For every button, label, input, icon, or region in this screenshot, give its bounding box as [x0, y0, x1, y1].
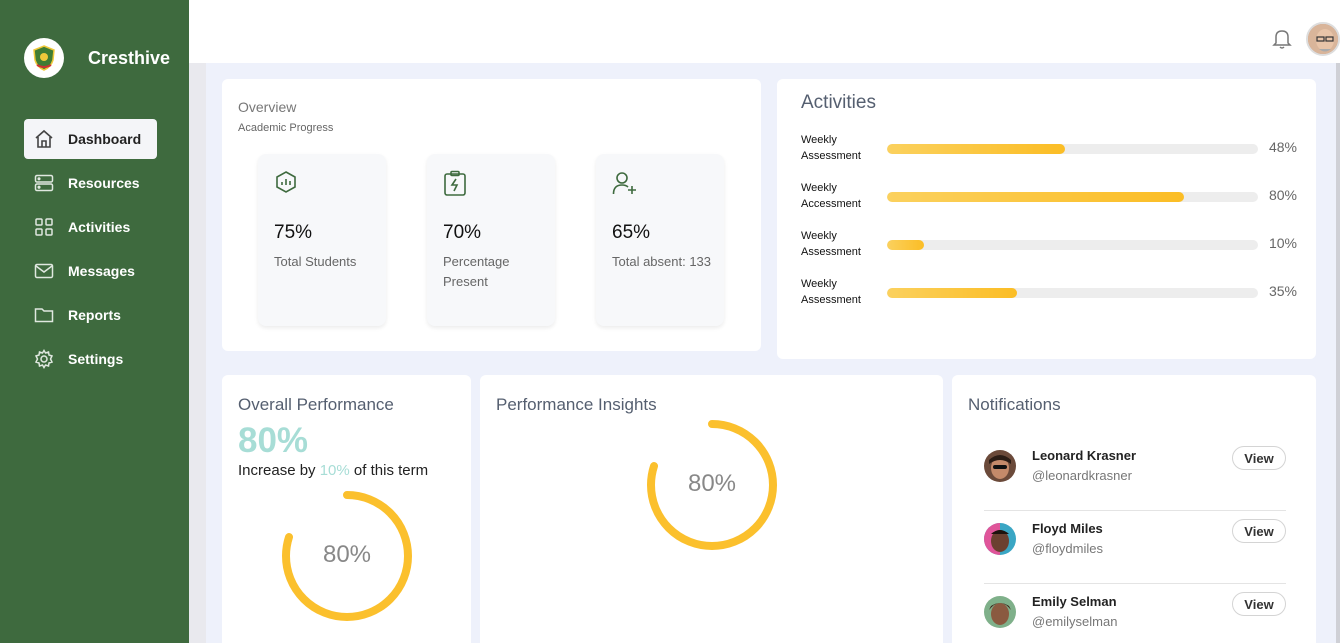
notification-handle: @floydmiles — [1032, 541, 1103, 556]
sidebar-item-reports[interactable]: Reports — [24, 295, 157, 335]
notification-item: Emily Selman @emilyselman View — [984, 584, 1286, 643]
notification-handle: @emilyselman — [1032, 614, 1118, 629]
activity-row: Weekly Assessment 10% — [801, 228, 1299, 262]
scrollbar[interactable] — [1336, 63, 1340, 643]
notification-name: Floyd Miles — [1032, 521, 1103, 536]
overall-performance-value: 80% — [238, 421, 309, 460]
scroll-gutter — [189, 63, 206, 643]
stat-card-absent: 65% Total absent: 133 — [596, 154, 724, 326]
sidebar-nav: Dashboard Resources Activities Messages … — [24, 119, 157, 383]
progress-track — [887, 192, 1258, 202]
activities-title: Activities — [801, 92, 876, 113]
activity-row: Weekly Assessment 48% — [801, 132, 1299, 166]
user-avatar[interactable] — [1306, 22, 1340, 56]
stat-label: Total absent: 133 — [612, 254, 712, 269]
sidebar-item-label: Messages — [68, 263, 135, 279]
clipboard-icon — [443, 170, 467, 201]
sidebar: Cresthive Dashboard Resources Activities… — [0, 0, 189, 643]
avatar — [984, 450, 1016, 482]
activities-card: Activities Weekly Assessment 48% Weekly … — [777, 79, 1316, 359]
stat-label: Percentage Present — [443, 254, 510, 289]
notification-item: Leonard Krasner @leonardkrasner View — [984, 438, 1286, 511]
sidebar-item-settings[interactable]: Settings — [24, 339, 157, 379]
overview-subtitle: Academic Progress — [238, 122, 334, 134]
stat-card-present: 70% Percentage Present — [427, 154, 555, 326]
insights-ring: 80% — [645, 418, 779, 552]
folder-icon — [33, 304, 55, 326]
stat-label: Total Students — [274, 254, 357, 269]
user-add-icon — [612, 170, 638, 201]
increase-suffix: of this term — [353, 462, 429, 479]
notifications-title: Notifications — [968, 395, 1061, 414]
view-button[interactable]: View — [1232, 446, 1286, 470]
overall-ring: 80% — [280, 489, 414, 623]
sidebar-item-dashboard[interactable]: Dashboard — [24, 119, 157, 159]
avatar — [984, 596, 1016, 628]
notifications-card: Notifications Leonard Krasner @leonardkr… — [952, 375, 1316, 643]
sidebar-item-activities[interactable]: Activities — [24, 207, 157, 247]
grid-icon — [33, 216, 55, 238]
bell-icon[interactable] — [1272, 28, 1292, 55]
server-icon — [33, 172, 55, 194]
progress-track — [887, 240, 1258, 250]
progress-fill — [887, 144, 1066, 154]
sidebar-item-resources[interactable]: Resources — [24, 163, 157, 203]
logo — [24, 38, 64, 78]
brand-name: Cresthive — [88, 47, 171, 68]
activity-percent: 80% — [1268, 187, 1297, 203]
progress-track — [887, 288, 1258, 298]
activity-percent: 35% — [1268, 283, 1297, 299]
activity-label: Weekly Assessment — [801, 134, 861, 162]
mail-icon — [33, 260, 55, 282]
activity-percent: 48% — [1268, 139, 1297, 155]
chart-icon — [274, 170, 298, 199]
notification-item: Floyd Miles @floydmiles View — [984, 511, 1286, 584]
stat-value: 65% — [612, 222, 651, 243]
activity-label: Weekly Assessment — [801, 230, 861, 258]
gear-icon — [33, 348, 55, 370]
stat-value: 75% — [274, 222, 313, 243]
home-icon — [33, 128, 55, 150]
increase-value: 10% — [319, 462, 350, 479]
activity-row: Weekly Accessment 80% — [801, 180, 1299, 214]
overall-performance-title: Overall Performance — [238, 395, 394, 414]
progress-fill — [887, 192, 1184, 202]
sidebar-item-label: Resources — [68, 175, 140, 191]
overview-card: Overview Academic Progress 75% Total Stu… — [222, 79, 761, 351]
avatar — [984, 523, 1016, 555]
overview-title: Overview — [238, 99, 297, 115]
progress-fill — [887, 288, 1017, 298]
sidebar-item-messages[interactable]: Messages — [24, 251, 157, 291]
stat-value: 70% — [443, 222, 482, 243]
top-bar — [189, 0, 1340, 63]
notification-name: Leonard Krasner — [1032, 448, 1137, 463]
sidebar-item-label: Settings — [68, 351, 124, 367]
increase-prefix: Increase by — [238, 462, 316, 479]
progress-track — [887, 144, 1258, 154]
brand[interactable]: Cresthive — [24, 38, 170, 78]
view-button[interactable]: View — [1232, 519, 1286, 543]
sidebar-item-label: Dashboard — [68, 131, 142, 147]
progress-fill — [887, 240, 925, 250]
stat-card-students: 75% Total Students — [258, 154, 386, 326]
overall-performance-card: Overall Performance 80% Increase by 10% … — [222, 375, 471, 643]
notification-name: Emily Selman — [1032, 594, 1117, 609]
activity-row: Weekly Assessment 35% — [801, 276, 1299, 310]
increase-text: Increase by 10% of this term — [238, 462, 428, 479]
activity-percent: 10% — [1268, 235, 1297, 251]
activity-label: Weekly Assessment — [801, 278, 861, 306]
sidebar-item-label: Reports — [68, 307, 121, 323]
ring-label: 80% — [322, 541, 372, 568]
activity-label: Weekly Accessment — [801, 182, 861, 210]
performance-insights-card: Performance Insights 80% — [480, 375, 943, 643]
notification-handle: @leonardkrasner — [1032, 468, 1132, 483]
performance-insights-title: Performance Insights — [496, 395, 657, 414]
view-button[interactable]: View — [1232, 592, 1286, 616]
ring-label: 80% — [687, 470, 737, 497]
sidebar-item-label: Activities — [68, 219, 131, 235]
